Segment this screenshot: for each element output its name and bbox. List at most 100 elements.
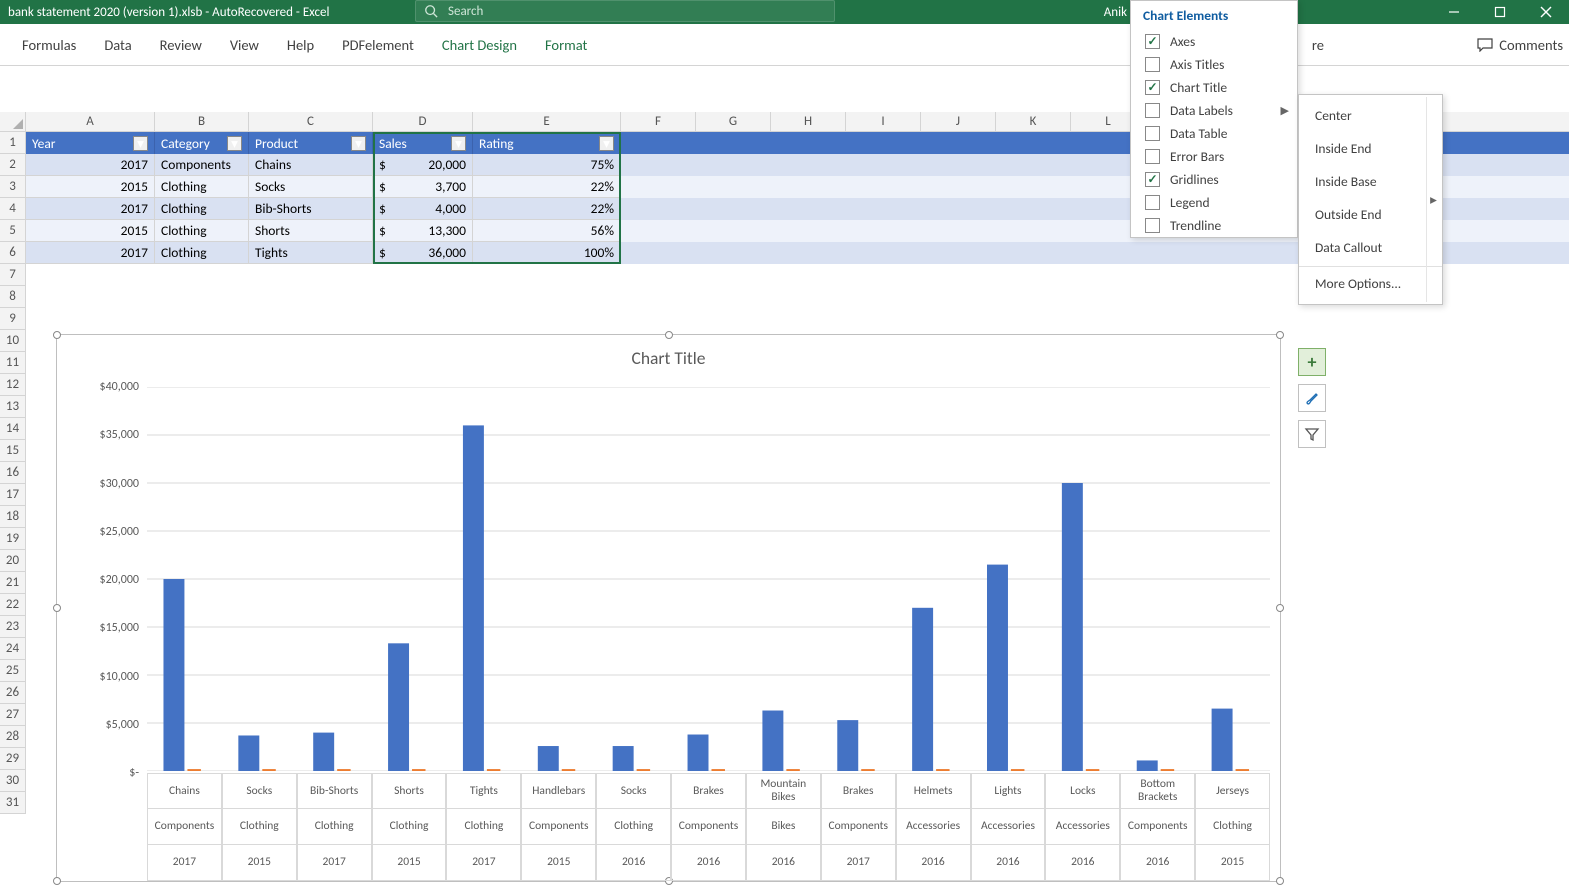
bar-rating[interactable] (1086, 769, 1099, 771)
bar-sales[interactable] (313, 733, 334, 771)
row-26[interactable]: 26 (0, 682, 26, 704)
th-sales[interactable]: Sales▾ (373, 132, 473, 154)
bar-sales[interactable] (987, 565, 1008, 771)
row-17[interactable]: 17 (0, 484, 26, 506)
checkbox-icon[interactable] (1145, 80, 1160, 95)
row-19[interactable]: 19 (0, 528, 26, 550)
row-9[interactable]: 9 (0, 308, 26, 330)
col-F[interactable]: F (621, 112, 696, 131)
cell-category[interactable]: Clothing (155, 176, 249, 198)
bar-rating[interactable] (1236, 769, 1249, 771)
th-rating[interactable]: Rating▾ (473, 132, 621, 154)
close-button[interactable] (1523, 0, 1569, 24)
checkbox-icon[interactable] (1145, 172, 1160, 187)
bar-sales[interactable] (1062, 483, 1083, 771)
bar-rating[interactable] (562, 769, 575, 771)
search-box[interactable]: Search (415, 0, 835, 22)
row-28[interactable]: 28 (0, 726, 26, 748)
chart-object[interactable]: Chart Title $-$5,000$10,000$15,000$20,00… (56, 334, 1281, 882)
tab-formulas[interactable]: Formulas (8, 24, 90, 66)
col-E[interactable]: E (473, 112, 621, 131)
bar-rating[interactable] (1011, 769, 1024, 771)
bar-sales[interactable] (688, 735, 709, 771)
cell-sales[interactable]: $20,000 (373, 154, 473, 176)
filter-dropdown-icon[interactable]: ▾ (227, 136, 242, 151)
th-category[interactable]: Category▾ (155, 132, 249, 154)
cell-category[interactable]: Components (155, 154, 249, 176)
cell-year[interactable]: 2017 (26, 198, 155, 220)
cell-year[interactable]: 2015 (26, 176, 155, 198)
bar-rating[interactable] (861, 769, 874, 771)
bar-rating[interactable] (487, 769, 500, 771)
chart-element-data-table[interactable]: Data Table (1131, 122, 1297, 145)
row-11[interactable]: 11 (0, 352, 26, 374)
chart-element-axes[interactable]: Axes (1131, 30, 1297, 53)
chart-element-trendline[interactable]: Trendline (1131, 214, 1297, 237)
cell-rating[interactable]: 56% (473, 220, 621, 242)
row-1[interactable]: 1 (0, 132, 26, 154)
row-18[interactable]: 18 (0, 506, 26, 528)
col-I[interactable]: I (846, 112, 921, 131)
bar-sales[interactable] (163, 579, 184, 771)
bar-sales[interactable] (388, 643, 409, 771)
tab-pdfelement[interactable]: PDFelement (328, 24, 428, 66)
tab-data[interactable]: Data (90, 24, 145, 66)
checkbox-icon[interactable] (1145, 34, 1160, 49)
cell-sales[interactable]: $3,700 (373, 176, 473, 198)
col-B[interactable]: B (155, 112, 249, 131)
bar-rating[interactable] (711, 769, 724, 771)
checkbox-icon[interactable] (1145, 103, 1160, 118)
cell-year[interactable]: 2015 (26, 220, 155, 242)
user-name[interactable]: Anik (1104, 5, 1127, 20)
cell-year[interactable]: 2017 (26, 154, 155, 176)
row-12[interactable]: 12 (0, 374, 26, 396)
checkbox-icon[interactable] (1145, 195, 1160, 210)
bar-rating[interactable] (936, 769, 949, 771)
cell-category[interactable]: Clothing (155, 198, 249, 220)
row-22[interactable]: 22 (0, 594, 26, 616)
submenu-inside-base[interactable]: Inside Base (1299, 165, 1442, 198)
filter-dropdown-icon[interactable]: ▾ (451, 136, 466, 151)
cell-year[interactable]: 2017 (26, 242, 155, 264)
checkbox-icon[interactable] (1145, 149, 1160, 164)
row-10[interactable]: 10 (0, 330, 26, 352)
col-J[interactable]: J (921, 112, 996, 131)
row-31[interactable]: 31 (0, 792, 26, 814)
row-23[interactable]: 23 (0, 616, 26, 638)
submenu-more-options[interactable]: More Options... (1299, 266, 1442, 300)
col-C[interactable]: C (249, 112, 373, 131)
bar-sales[interactable] (463, 425, 484, 771)
row-14[interactable]: 14 (0, 418, 26, 440)
bar-sales[interactable] (762, 711, 783, 771)
cell-product[interactable]: Chains (249, 154, 373, 176)
cell-rating[interactable]: 100% (473, 242, 621, 264)
bar-sales[interactable] (1137, 760, 1158, 771)
cell-product[interactable]: Shorts (249, 220, 373, 242)
chart-plot-area[interactable] (147, 387, 1270, 771)
row-24[interactable]: 24 (0, 638, 26, 660)
maximize-button[interactable] (1477, 0, 1523, 24)
minimize-button[interactable] (1431, 0, 1477, 24)
checkbox-icon[interactable] (1145, 57, 1160, 72)
row-7[interactable]: 7 (0, 264, 26, 286)
checkbox-icon[interactable] (1145, 126, 1160, 141)
chart-styles-button[interactable] (1298, 384, 1326, 412)
bar-rating[interactable] (262, 769, 275, 771)
filter-dropdown-icon[interactable]: ▾ (351, 136, 366, 151)
bar-rating[interactable] (786, 769, 799, 771)
col-G[interactable]: G (696, 112, 771, 131)
row-4[interactable]: 4 (0, 198, 26, 220)
tab-format[interactable]: Format (531, 24, 601, 66)
chart-element-gridlines[interactable]: Gridlines (1131, 168, 1297, 191)
cell-product[interactable]: Socks (249, 176, 373, 198)
row-30[interactable]: 30 (0, 770, 26, 792)
row-8[interactable]: 8 (0, 286, 26, 308)
row-20[interactable]: 20 (0, 550, 26, 572)
chart-title[interactable]: Chart Title (57, 347, 1280, 369)
cell-category[interactable]: Clothing (155, 220, 249, 242)
row-2[interactable]: 2 (0, 154, 26, 176)
th-product[interactable]: Product▾ (249, 132, 373, 154)
chart-element-legend[interactable]: Legend (1131, 191, 1297, 214)
row-15[interactable]: 15 (0, 440, 26, 462)
submenu-outside-end[interactable]: Outside End (1299, 198, 1442, 231)
